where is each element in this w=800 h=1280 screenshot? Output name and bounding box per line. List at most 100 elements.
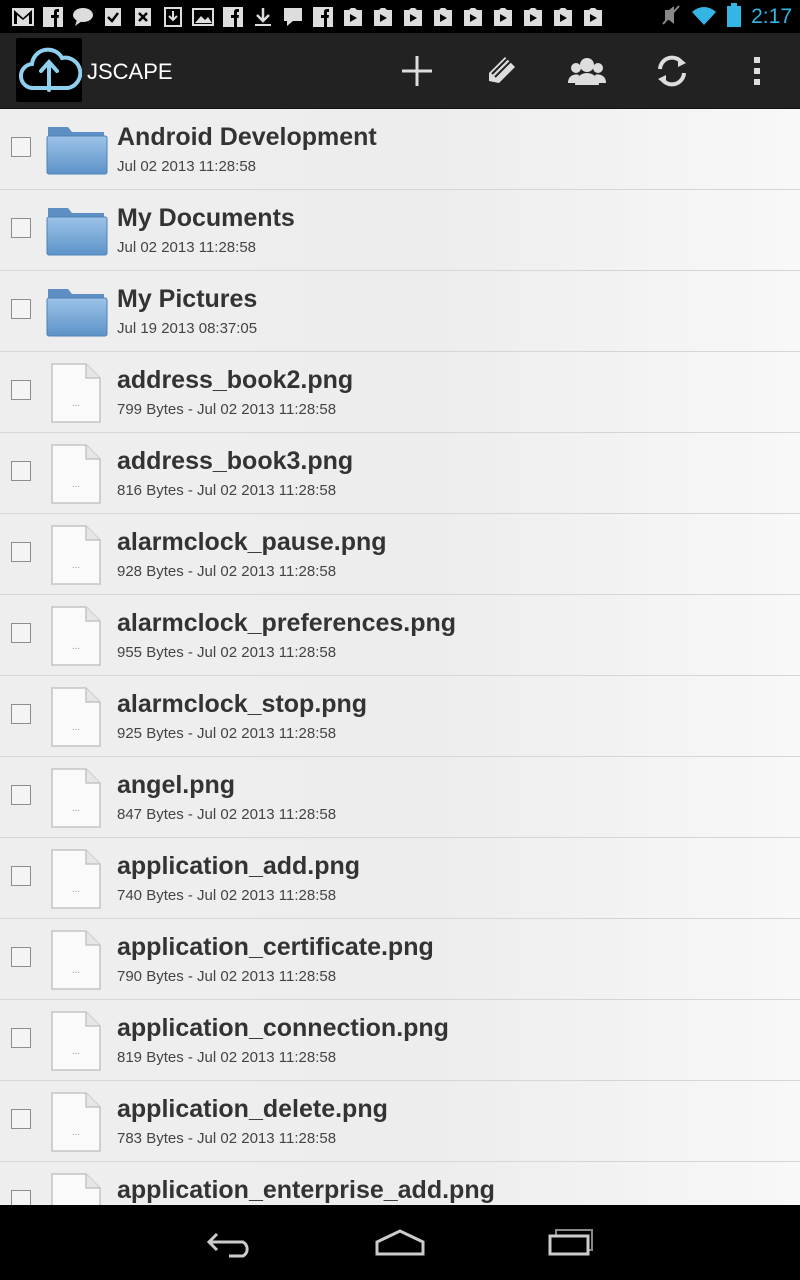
facebook-icon <box>222 7 244 27</box>
play-icon <box>492 7 514 27</box>
rename-button[interactable] <box>481 51 521 91</box>
folder-row[interactable]: Android Development Jul 02 2013 11:28:58 <box>0 109 800 190</box>
gallery-icon <box>192 7 214 27</box>
download-box-icon <box>162 7 184 27</box>
select-checkbox[interactable] <box>11 461 31 481</box>
status-bar: 2:17 <box>0 0 800 33</box>
file-row[interactable]: ... alarmclock_pause.png 928 Bytes - Jul 0… <box>0 514 800 595</box>
folder-row[interactable]: My Documents Jul 02 2013 11:28:58 <box>0 190 800 271</box>
svg-text:...: ... <box>72 1127 80 1138</box>
item-name: alarmclock_pause.png <box>117 528 387 556</box>
item-meta: 928 Bytes - Jul 02 2013 11:28:58 <box>117 563 337 580</box>
file-row[interactable]: ... alarmclock_preferences.png 955 Bytes -… <box>0 595 800 676</box>
add-button[interactable] <box>397 51 437 91</box>
select-checkbox[interactable] <box>11 623 31 643</box>
select-checkbox[interactable] <box>11 1109 31 1129</box>
item-name: angel.png <box>117 771 236 799</box>
item-meta: Jul 02 2013 11:28:58 <box>117 158 257 175</box>
item-name: application_certificate.png <box>117 933 434 961</box>
file-row[interactable]: ... address_book3.png 816 Bytes - Jul 02 2… <box>0 433 800 514</box>
select-checkbox[interactable] <box>11 866 31 886</box>
overflow-menu-button[interactable] <box>737 51 777 91</box>
clock: 2:17 <box>751 5 792 28</box>
add-icon <box>402 56 432 86</box>
item-meta: 925 Bytes - Jul 02 2013 11:28:58 <box>117 725 337 742</box>
select-checkbox[interactable] <box>11 299 31 319</box>
folder-icon <box>46 202 108 258</box>
select-checkbox[interactable] <box>11 542 31 562</box>
file-row[interactable]: ... application_enterprise_add.png <box>0 1162 800 1205</box>
back-icon <box>206 1232 249 1258</box>
item-meta: Jul 19 2013 08:37:05 <box>117 320 258 337</box>
navigation-bar <box>0 1205 800 1280</box>
item-name: alarmclock_stop.png <box>117 690 368 718</box>
action-bar: JSCAPE <box>0 33 800 110</box>
file-row[interactable]: ... alarmclock_stop.png 925 Bytes - Jul 02… <box>0 676 800 757</box>
chat-icon <box>72 7 94 27</box>
select-checkbox[interactable] <box>11 947 31 967</box>
wifi-icon <box>691 4 717 31</box>
item-meta: Jul 02 2013 11:28:58 <box>117 239 257 256</box>
back-button[interactable] <box>200 1223 260 1263</box>
share-button[interactable] <box>567 51 607 91</box>
select-checkbox[interactable] <box>11 785 31 805</box>
file-icon: ... <box>46 605 108 666</box>
app-logo-icon[interactable] <box>16 38 83 102</box>
folder-icon <box>46 121 108 177</box>
play-icon <box>372 7 394 27</box>
select-checkbox[interactable] <box>11 218 31 238</box>
svg-text:...: ... <box>72 398 80 409</box>
svg-text:...: ... <box>72 803 80 814</box>
file-row[interactable]: ... application_add.png 740 Bytes - Jul 02… <box>0 838 800 919</box>
file-row[interactable]: ... application_connection.png 819 Bytes -… <box>0 1000 800 1081</box>
gmail-icon <box>12 7 34 27</box>
item-meta: 955 Bytes - Jul 02 2013 11:28:58 <box>117 644 337 661</box>
file-icon: ... <box>46 524 108 585</box>
select-checkbox[interactable] <box>11 704 31 724</box>
item-name: address_book3.png <box>117 447 354 475</box>
svg-text:...: ... <box>72 884 80 895</box>
item-name: Android Development <box>117 123 377 151</box>
rename-icon <box>489 57 515 83</box>
facebook-icon <box>42 7 64 27</box>
recent-apps-button[interactable] <box>541 1223 601 1263</box>
folder-row[interactable]: My Pictures Jul 19 2013 08:37:05 <box>0 271 800 352</box>
select-checkbox[interactable] <box>11 1190 31 1205</box>
item-meta: 847 Bytes - Jul 02 2013 11:28:58 <box>117 806 337 823</box>
mute-icon <box>661 4 681 31</box>
file-icon: ... <box>46 929 108 990</box>
play-icon <box>402 7 424 27</box>
play-icon <box>582 7 604 27</box>
home-button[interactable] <box>370 1223 430 1263</box>
item-name: My Documents <box>117 204 295 232</box>
file-row[interactable]: ... angel.png 847 Bytes - Jul 02 2013 11:2… <box>0 757 800 838</box>
svg-text:...: ... <box>72 722 80 733</box>
svg-text:...: ... <box>72 641 80 652</box>
item-meta: 816 Bytes - Jul 02 2013 11:28:58 <box>117 482 337 499</box>
facebook-icon <box>312 7 334 27</box>
select-checkbox[interactable] <box>11 137 31 157</box>
play-icon <box>462 7 484 27</box>
item-name: application_add.png <box>117 852 361 880</box>
file-icon: ... <box>46 767 108 828</box>
download-icon <box>252 7 274 27</box>
file-list[interactable]: Android Development Jul 02 2013 11:28:58 M… <box>0 109 800 1205</box>
home-icon <box>375 1229 425 1256</box>
battery-icon <box>727 2 742 32</box>
file-row[interactable]: ... application_delete.png 783 Bytes - Jul… <box>0 1081 800 1162</box>
notification-icons <box>12 7 604 27</box>
file-row[interactable]: ... application_certificate.png 790 Bytes … <box>0 919 800 1000</box>
app-title: JSCAPE <box>87 59 173 84</box>
refresh-icon <box>658 55 686 87</box>
file-row[interactable]: ... address_book2.png 799 Bytes - Jul 02 2… <box>0 352 800 433</box>
file-icon: ... <box>46 848 108 909</box>
x-app-icon <box>132 7 154 27</box>
message-icon <box>282 7 304 27</box>
item-meta: 783 Bytes - Jul 02 2013 11:28:58 <box>117 1130 337 1147</box>
play-icon <box>432 7 454 27</box>
select-checkbox[interactable] <box>11 1028 31 1048</box>
item-name: application_delete.png <box>117 1095 388 1123</box>
item-name: alarmclock_preferences.png <box>117 609 457 637</box>
select-checkbox[interactable] <box>11 380 31 400</box>
refresh-button[interactable] <box>652 51 692 91</box>
